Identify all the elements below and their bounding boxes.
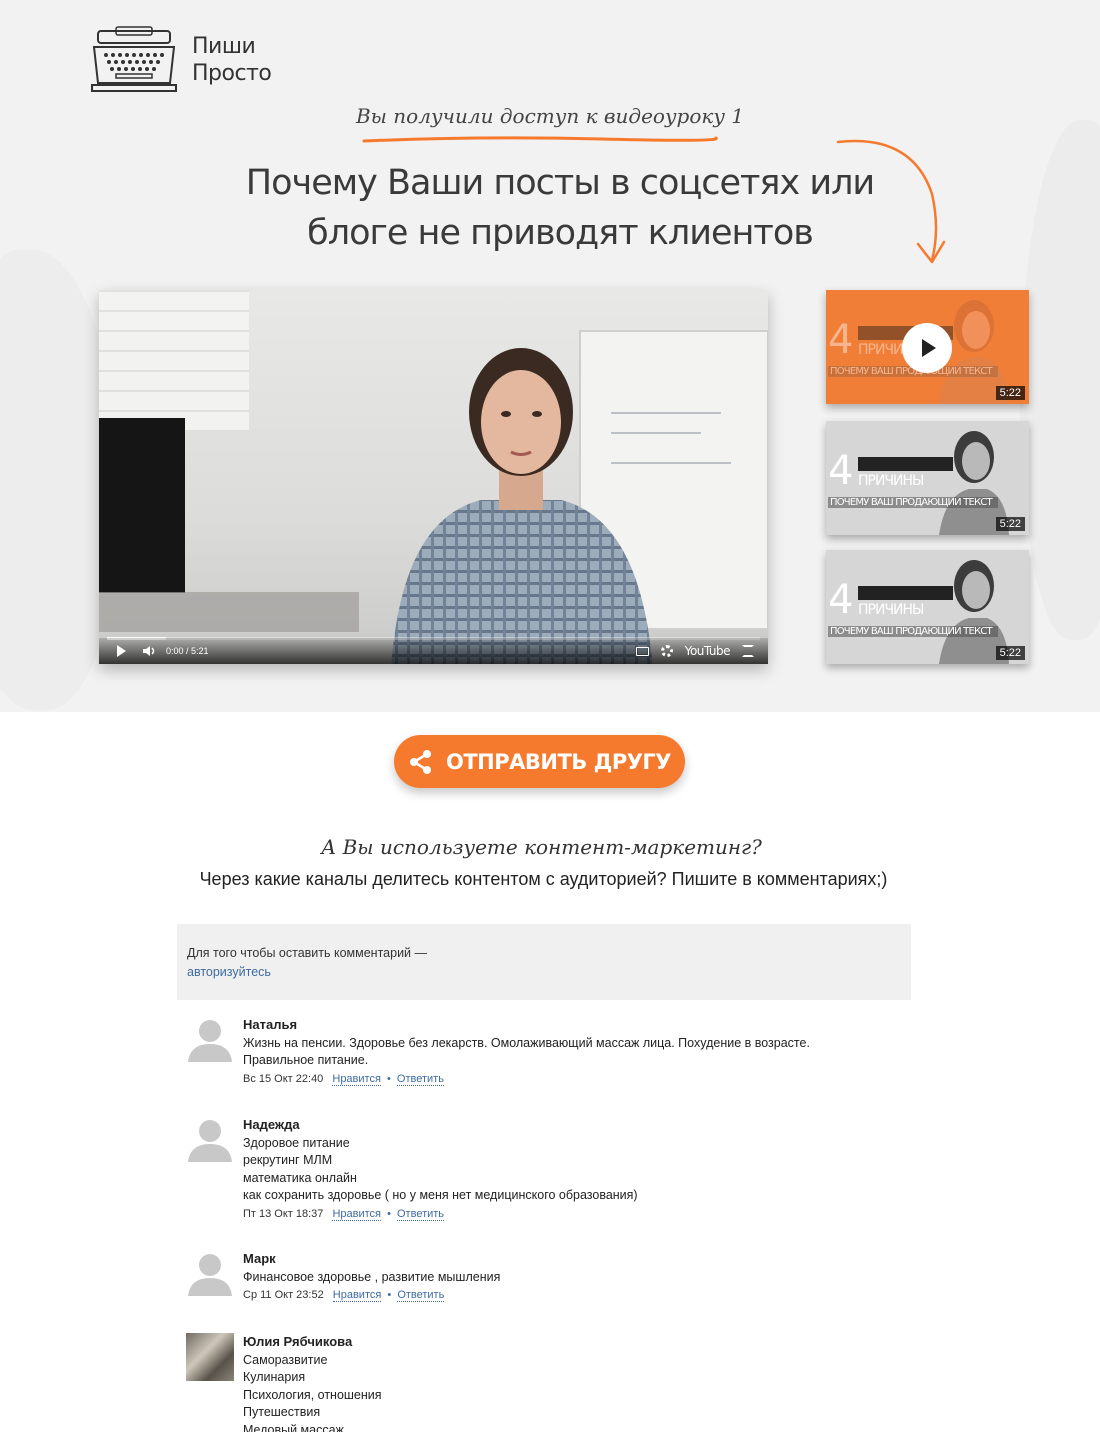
presenter-figure [391,348,653,664]
comment-line: Саморазвитие [243,1352,328,1367]
like-link[interactable]: Нравится [332,1289,382,1302]
comment-line: Здоровое питание [243,1135,350,1150]
comment-line: Финансовое здоровье , развитие мышления [243,1269,501,1284]
auth-link[interactable]: авторизуйтесь [187,963,901,982]
video-thumbnail[interactable]: 4 ПРИЧИНЫ ПОЧЕМУ ВАШ ПРОДАЮЩИЙ ТЕКСТ 5:2… [826,290,1029,404]
typewriter-icon [91,26,177,92]
youtube-logo[interactable]: YouTube [685,644,731,658]
thumbnail-title: ПРИЧИНЫ [858,602,924,618]
headline-line1: Почему Ваши посты в соцсетях или [245,163,875,203]
meta-separator: • [387,1289,392,1301]
play-icon[interactable] [902,323,952,373]
logo[interactable]: Пиши Просто [90,24,290,96]
fullscreen-icon[interactable] [742,645,754,657]
thumbnail-duration: 5:22 [995,386,1025,400]
comment-line: Путешествия [243,1405,321,1419]
video-bg-tv [99,418,185,593]
thumbnail-bar [858,457,953,471]
comment-text: Саморазвитие Кулинария Психология, отношен… [243,1352,903,1432]
avatar-placeholder-icon[interactable] [186,1016,234,1064]
comment-meta: Пт 13 Окт 18:37 Нравится • Ответить [243,1206,903,1224]
comment-author[interactable]: Юлия Рябчикова [243,1333,903,1351]
share-button[interactable]: ОТПРАВИТЬ ДРУГУ [394,735,685,788]
video-player[interactable]: 0:00 / 5:21 YouTube [99,290,768,664]
page-title: Почему Ваши посты в соцсетях или блоге н… [200,158,920,258]
comment-auth-box: Для того чтобы оставить комментарий — ав… [177,924,911,1000]
meta-separator: • [387,1207,391,1220]
thumbnail-title: ПРИЧИНЫ [858,473,924,489]
video-controls: 0:00 / 5:21 YouTube [99,638,768,664]
thumbnail-subtitle: ПОЧЕМУ ВАШ ПРОДАЮЩИЙ ТЕКСТ [828,497,998,508]
question-subtitle: Через какие каналы делитесь контентом с … [199,869,888,889]
captions-icon[interactable] [635,646,649,656]
like-link[interactable]: Нравится [332,1072,381,1086]
video-time: 0:00 / 5:21 [166,646,209,656]
comment-text: Жизнь на пенсии. Здоровье без лекарств. … [243,1035,903,1070]
comment-author[interactable]: Надежда [243,1116,903,1134]
access-notice: Вы получили доступ к видеоуроку 1 [355,104,745,128]
thumbnail-bar [858,586,953,600]
thumbnail-duration: 5:22 [995,646,1025,660]
comment-line: рекрутинг МЛМ [243,1153,333,1167]
thumbnail-subtitle: ПОЧЕМУ ВАШ ПРОДАЮЩИЙ ТЕКСТ [828,626,998,637]
avatar[interactable] [186,1333,234,1381]
comment-date: Ср 11 Окт 23:52 [243,1289,324,1301]
orange-underline [362,136,718,143]
like-link[interactable]: Нравится [332,1207,382,1221]
comment-text: Финансовое здоровье , развитие мышления [243,1269,903,1287]
comment-body: Наталья Жизнь на пенсии. Здоровье без ле… [243,1016,903,1088]
headline-line2: блоге не приводят клиентов [307,213,814,253]
video-thumbnail[interactable]: 4 ПРИЧИНЫ ПОЧЕМУ ВАШ ПРОДАЮЩИЙ ТЕКСТ 5:2… [826,550,1029,664]
volume-icon[interactable] [142,645,156,657]
comment-author[interactable]: Марк [243,1250,903,1268]
comment-meta: Ср 11 Окт 23:52 Нравится • Ответить [243,1287,903,1305]
avatar-placeholder-icon[interactable] [186,1116,234,1164]
comment-body: Марк Финансовое здоровье , развитие мышл… [243,1250,903,1305]
curved-arrow-icon [836,139,946,264]
question-title: А Вы используете контент-маркетинг? [321,835,762,859]
comment-date: Пт 13 Окт 18:37 [243,1207,324,1220]
logo-text: Пиши Просто [192,33,272,87]
avatar-placeholder-icon[interactable] [186,1250,234,1298]
comment-text: Здоровое питание рекрутинг МЛМ математика … [243,1135,903,1205]
share-icon [410,749,431,774]
comment-line: Правильное питание. [243,1053,369,1067]
comment-line: математика онлайн [243,1170,357,1185]
settings-gear-icon[interactable] [660,645,673,657]
play-icon[interactable] [117,645,126,657]
comment-date: Вс 15 Окт 22:40 [243,1072,324,1085]
video-bg-desk [99,592,359,632]
comment-line: Медовый массаж [243,1422,344,1432]
comment-author[interactable]: Наталья [243,1016,903,1034]
comment-body: Надежда Здоровое питание рекрутинг МЛМ мат… [243,1116,903,1223]
auth-prompt: Для того чтобы оставить комментарий — [187,946,428,960]
reply-link[interactable]: Ответить [396,1072,444,1086]
comment-line: Жизнь на пенсии. Здоровье без лекарств. … [243,1035,810,1050]
comment-body: Юлия Рябчикова Саморазвитие Кулинария Псих… [243,1333,903,1432]
video-bg-bricks [99,290,249,430]
comment-line: Кулинария [243,1370,306,1384]
logo-line1: Пиши [192,34,256,59]
video-thumbnail[interactable]: 4 ПРИЧИНЫ ПОЧЕМУ ВАШ ПРОДАЮЩИЙ ТЕКСТ 5:2… [826,421,1029,535]
reply-link[interactable]: Ответить [397,1207,445,1221]
reply-link[interactable]: Ответить [397,1289,445,1302]
share-button-label: ОТПРАВИТЬ ДРУГУ [446,749,671,774]
meta-separator: • [386,1072,391,1085]
thumbnail-number: 4 [828,577,854,623]
thumbnail-duration: 5:22 [995,517,1025,531]
comment-line: как сохранить здоровье ( но у меня нет м… [243,1188,638,1202]
comment-meta: Вс 15 Окт 22:40 Нравится • Ответить [243,1071,903,1089]
logo-line2: Просто [192,61,272,86]
comment-line: Психология, отношения [243,1387,382,1402]
thumbnail-number: 4 [828,448,854,494]
